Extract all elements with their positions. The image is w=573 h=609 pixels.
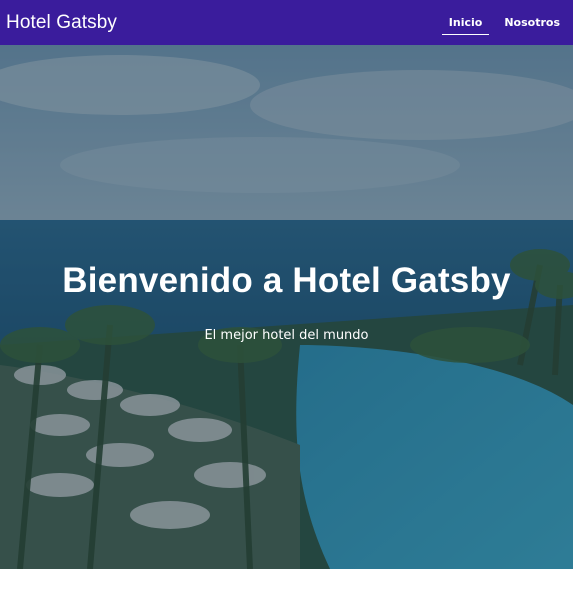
hero-section: Bienvenido a Hotel Gatsby El mejor hotel… (0, 45, 573, 569)
brand-link[interactable]: Hotel Gatsby (6, 12, 117, 34)
nav-link-inicio[interactable]: Inicio (441, 10, 490, 35)
hero-overlay (0, 45, 573, 569)
nav-link-nosotros[interactable]: Nosotros (497, 10, 567, 35)
hero-subtitle: El mejor hotel del mundo (204, 328, 369, 343)
page-below-hero (0, 569, 573, 609)
hero-title: Bienvenido a Hotel Gatsby (62, 261, 511, 300)
main-nav: Inicio Nosotros (434, 0, 567, 45)
site-header: Hotel Gatsby Inicio Nosotros (0, 0, 573, 45)
